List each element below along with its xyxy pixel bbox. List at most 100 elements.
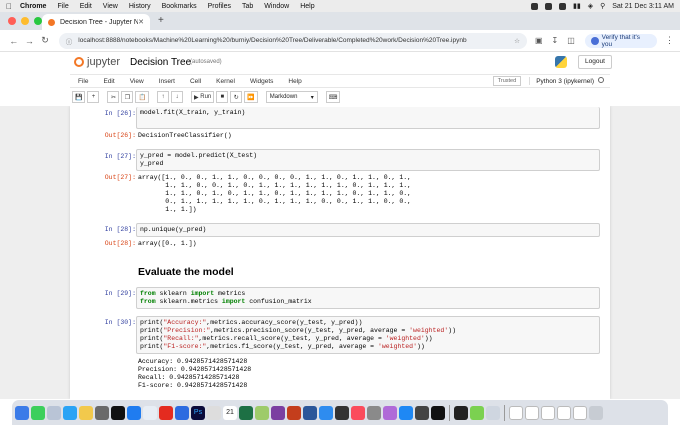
- apple-icon[interactable]: : [6, 2, 12, 11]
- messages-icon[interactable]: [31, 405, 45, 420]
- menu-file[interactable]: File: [57, 3, 68, 10]
- textedit-icon[interactable]: [486, 405, 500, 420]
- maximize-window-icon[interactable]: [34, 17, 42, 25]
- app-store-icon[interactable]: [399, 405, 413, 420]
- calendar-icon[interactable]: 21: [223, 405, 237, 420]
- status-icon[interactable]: [531, 2, 538, 10]
- menu-edit[interactable]: Edit: [80, 3, 92, 10]
- insert-cell-icon[interactable]: +: [87, 91, 100, 103]
- photoshop-icon[interactable]: Ps: [191, 405, 205, 420]
- new-tab-icon[interactable]: +: [158, 15, 164, 26]
- menu-window[interactable]: Window: [264, 3, 289, 10]
- close-tab-icon[interactable]: ✕: [138, 18, 144, 26]
- minimize-window-icon[interactable]: [21, 17, 29, 25]
- opera-icon[interactable]: [159, 405, 173, 420]
- run-button[interactable]: ▶ Run: [190, 91, 215, 103]
- minimized-window-icon[interactable]: [573, 405, 587, 420]
- save-icon[interactable]: 💾: [72, 91, 86, 103]
- browser-tab[interactable]: Decision Tree - Jupyter Notebo ✕: [42, 14, 150, 30]
- restart-icon[interactable]: ↻: [230, 91, 243, 103]
- keynote-icon[interactable]: [319, 405, 333, 420]
- notebook-title[interactable]: Decision Tree: [130, 57, 191, 68]
- reload-icon[interactable]: ↻: [37, 35, 53, 46]
- sidepanel-icon[interactable]: ◫: [567, 36, 575, 45]
- more-menu-icon[interactable]: ⋮: [665, 35, 674, 46]
- jmenu-file[interactable]: File: [78, 78, 88, 85]
- safari-icon[interactable]: [127, 405, 141, 420]
- code-cell-input[interactable]: from sklearn import metrics from sklearn…: [136, 287, 600, 309]
- status-icon[interactable]: [559, 2, 566, 10]
- download-icon[interactable]: ↧: [552, 36, 559, 45]
- minimized-window-icon[interactable]: [541, 405, 555, 420]
- minimized-window-icon[interactable]: [557, 405, 571, 420]
- menu-view[interactable]: View: [103, 3, 118, 10]
- jmenu-insert[interactable]: Insert: [159, 78, 175, 85]
- apple-tv-icon[interactable]: [431, 405, 445, 420]
- logout-button[interactable]: Logout: [578, 55, 612, 69]
- back-icon[interactable]: ←: [6, 36, 22, 46]
- jmenu-widgets[interactable]: Widgets: [250, 78, 273, 85]
- launchpad-icon[interactable]: [47, 405, 61, 420]
- forward-icon[interactable]: →: [22, 36, 38, 46]
- photos-icon[interactable]: [79, 405, 93, 420]
- jmenu-edit[interactable]: Edit: [103, 78, 114, 85]
- paste-icon[interactable]: 📋: [135, 91, 149, 103]
- kernel-indicator[interactable]: Python 3 (ipykernel): [529, 77, 610, 85]
- battery-icon[interactable]: ▮▮: [573, 2, 581, 10]
- mail-icon[interactable]: [63, 405, 77, 420]
- minimized-window-icon[interactable]: [525, 405, 539, 420]
- capcut-icon[interactable]: [111, 405, 125, 420]
- trusted-badge[interactable]: Trusted: [492, 76, 522, 86]
- menu-help[interactable]: Help: [300, 3, 314, 10]
- menu-bookmarks[interactable]: Bookmarks: [162, 3, 197, 10]
- trash-icon[interactable]: [589, 405, 603, 420]
- podcasts-icon[interactable]: [383, 405, 397, 420]
- jmenu-cell[interactable]: Cell: [190, 78, 201, 85]
- wifi-icon[interactable]: ◈: [588, 2, 593, 10]
- extensions-icon[interactable]: ▣: [535, 36, 543, 45]
- menu-tab[interactable]: Tab: [242, 3, 253, 10]
- verify-identity-button[interactable]: Verify that it's you: [584, 33, 657, 48]
- numbers-icon[interactable]: [255, 405, 269, 420]
- menu-app-name[interactable]: Chrome: [20, 3, 46, 10]
- code-cell-input[interactable]: print("Accuracy:",metrics.accuracy_score…: [136, 316, 600, 354]
- music-icon[interactable]: [351, 405, 365, 420]
- close-window-icon[interactable]: [8, 17, 16, 25]
- pages-icon[interactable]: [335, 405, 349, 420]
- url-field[interactable]: ⓘ localhost:8888/notebooks/Machine%20Lea…: [58, 32, 527, 49]
- terminal-icon[interactable]: [454, 405, 468, 420]
- move-down-icon[interactable]: ↓: [170, 91, 183, 103]
- minimized-window-icon[interactable]: [509, 405, 523, 420]
- command-palette-icon[interactable]: ⌨: [325, 91, 341, 103]
- onenote-icon[interactable]: [271, 405, 285, 420]
- clock[interactable]: Sat 21 Dec 3:11 AM: [612, 3, 674, 10]
- status-icon[interactable]: [545, 2, 552, 10]
- chrome-icon[interactable]: [143, 405, 157, 420]
- jmenu-view[interactable]: View: [130, 78, 144, 85]
- finder-icon[interactable]: [15, 405, 29, 420]
- move-up-icon[interactable]: ↑: [156, 91, 169, 103]
- android-file-transfer-icon[interactable]: [470, 405, 484, 420]
- jmenu-kernel[interactable]: Kernel: [216, 78, 235, 85]
- activity-monitor-icon[interactable]: [415, 405, 429, 420]
- copy-icon[interactable]: ❐: [121, 91, 134, 103]
- excel-icon[interactable]: [239, 405, 253, 420]
- interrupt-icon[interactable]: ■: [216, 91, 229, 103]
- url-text[interactable]: localhost:8888/notebooks/Machine%20Learn…: [78, 37, 514, 44]
- menu-profiles[interactable]: Profiles: [208, 3, 231, 10]
- powerpoint-icon[interactable]: [287, 405, 301, 420]
- search-icon[interactable]: ⚲: [600, 2, 605, 10]
- disk-utility-icon[interactable]: [367, 405, 381, 420]
- cell-type-select[interactable]: Markdown ▾: [265, 91, 318, 103]
- maps-icon[interactable]: [175, 405, 189, 420]
- bookmark-star-icon[interactable]: ☆: [514, 37, 520, 45]
- jmenu-help[interactable]: Help: [288, 78, 301, 85]
- system-settings-icon[interactable]: [95, 405, 109, 420]
- code-cell-input[interactable]: model.fit(X_train, y_train): [136, 107, 600, 129]
- site-info-icon[interactable]: ⓘ: [66, 36, 73, 46]
- code-cell-input[interactable]: y_pred = model.predict(X_test) y_pred: [136, 149, 600, 171]
- cut-icon[interactable]: ✂: [107, 91, 120, 103]
- code-cell-input[interactable]: np.unique(y_pred): [136, 223, 600, 237]
- menu-history[interactable]: History: [129, 3, 151, 10]
- word-icon[interactable]: [303, 405, 317, 420]
